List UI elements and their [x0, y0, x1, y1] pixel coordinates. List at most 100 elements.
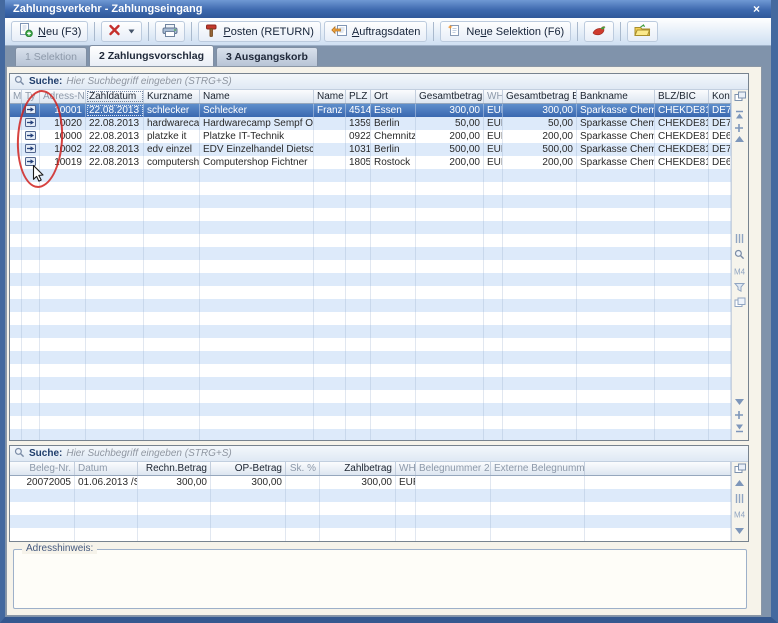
table-row[interactable]: 1001922.08.2013computershComputershop Fi… [10, 156, 748, 169]
table-row-empty[interactable] [10, 429, 748, 441]
scroll-up-icon[interactable] [734, 135, 745, 143]
column-header-amt[interactable]: Gesamtbetrag [416, 90, 484, 103]
open-folder-button[interactable] [627, 21, 658, 42]
add-row-icon[interactable] [734, 123, 744, 133]
column-header-plz[interactable]: PLZ [346, 90, 371, 103]
column-header-ty[interactable]: Ty [22, 90, 40, 103]
new-selection-button[interactable]: Neue Selektion (F6) [440, 21, 571, 42]
table-row-empty[interactable] [10, 351, 748, 364]
copy-icon[interactable] [734, 297, 746, 308]
table-row-empty[interactable] [10, 364, 748, 377]
tab-zahlungsvorschlag[interactable]: 2 Zahlungsvorschlag [89, 45, 214, 66]
table-row-empty[interactable] [10, 208, 748, 221]
table-row-empty[interactable] [10, 416, 748, 429]
tab-selektion[interactable]: 1 Selektion [15, 47, 87, 66]
column-header-beleg[interactable]: Beleg-Nr. [10, 462, 75, 475]
table-row-empty[interactable] [10, 247, 748, 260]
column-header-ort[interactable]: Ort [371, 90, 416, 103]
column-header-fill[interactable] [585, 462, 731, 475]
go-first-icon[interactable] [734, 110, 745, 120]
table-row-empty[interactable] [10, 403, 748, 416]
post-button[interactable]: Posten (RETURN) [198, 21, 320, 42]
table-row-empty[interactable] [10, 338, 748, 351]
table-row-empty[interactable] [10, 528, 748, 541]
scroll-up-icon[interactable] [734, 479, 745, 487]
table-row-empty[interactable] [10, 169, 748, 182]
column-header-bank[interactable]: Bankname [577, 90, 655, 103]
grid-search-icon[interactable] [734, 249, 745, 260]
table-row-empty[interactable] [10, 312, 748, 325]
column-header-date[interactable]: Zahldatum [86, 90, 144, 103]
cell-op [211, 515, 286, 528]
cell-name [200, 325, 314, 338]
address-hint-box: Adresshinweis: [13, 549, 747, 609]
column-header-adr[interactable]: Adress-Nr. [40, 90, 86, 103]
column-header-amteur[interactable]: Gesamtbetrag Euro [503, 90, 577, 103]
table-row-empty[interactable] [10, 325, 748, 338]
column-header-whr[interactable]: WHR [396, 462, 416, 475]
column-header-beleg2[interactable]: Belegnummer 2 [416, 462, 491, 475]
print-button[interactable] [155, 21, 185, 42]
table-row-empty[interactable] [10, 182, 748, 195]
table-row[interactable]: 1000122.08.2013schleckerSchleckerFranz45… [10, 104, 748, 117]
column-header-datum[interactable]: Datum [75, 462, 138, 475]
cell-blz [655, 195, 709, 208]
scroll-down-icon[interactable] [734, 398, 745, 406]
table-row-empty[interactable] [10, 299, 748, 312]
table-row-empty[interactable] [10, 502, 748, 515]
search-bar[interactable]: Suche: Hier Suchbegriff eingeben (STRG+S… [10, 446, 748, 462]
columns-icon[interactable] [734, 493, 745, 504]
delete-button[interactable] [101, 21, 142, 42]
column-header-whr[interactable]: WHR [484, 90, 503, 103]
cell-konto [709, 247, 731, 260]
cell-amteur [503, 221, 577, 234]
table-row-empty[interactable] [10, 273, 748, 286]
column-header-op[interactable]: OP-Betrag [211, 462, 286, 475]
column-header-konto[interactable]: Konto [709, 90, 731, 103]
table-row-empty[interactable] [10, 286, 748, 299]
table-row-empty[interactable] [10, 390, 748, 403]
add-row-icon[interactable] [734, 410, 744, 420]
tab-ausgangskorb[interactable]: 3 Ausgangskorb [216, 47, 318, 66]
filter-icon[interactable] [734, 282, 745, 292]
table-row-empty[interactable] [10, 221, 748, 234]
column-header-ext[interactable]: Externe Belegnummer [491, 462, 585, 475]
column-header-name[interactable]: Name [200, 90, 314, 103]
table-row-empty[interactable] [10, 195, 748, 208]
new-button[interactable]: Neu (F3) [11, 21, 88, 42]
cell-op [211, 489, 286, 502]
cell-amteur [503, 182, 577, 195]
column-header-kurz[interactable]: Kurzname [144, 90, 200, 103]
table-row-empty[interactable] [10, 260, 748, 273]
order-data-button[interactable]: Auftragsdaten [324, 21, 428, 42]
cell-kurz: platzke it [144, 130, 200, 143]
cell-fill [585, 489, 731, 502]
scroll-down-icon[interactable] [734, 527, 745, 535]
column-chooser-icon[interactable] [734, 91, 747, 102]
column-header-m[interactable]: M [10, 90, 22, 103]
columns-icon[interactable] [734, 233, 745, 244]
cell-m [10, 351, 22, 364]
column-header-blz[interactable]: BLZ/BIC [655, 90, 709, 103]
format-icon[interactable]: M4 [734, 266, 747, 276]
table-row[interactable]: 1002022.08.2013hardwarecaHardwarecamp Se… [10, 117, 748, 130]
table-row[interactable]: 2007200501.06.2013 /Sa300,00300,00300,00… [10, 476, 748, 489]
table-row[interactable]: 1000022.08.2013platzke itPlatzke IT-Tech… [10, 130, 748, 143]
cell-rech [138, 489, 211, 502]
column-header-rech[interactable]: Rechn.Betrag [138, 462, 211, 475]
column-header-sk[interactable]: Sk. % [286, 462, 320, 475]
table-row-empty[interactable] [10, 489, 748, 502]
column-header-zahl[interactable]: Zahlbetrag [320, 462, 396, 475]
table-row-empty[interactable] [10, 234, 748, 247]
format-icon[interactable]: M4 [734, 509, 747, 519]
column-chooser-icon[interactable] [734, 463, 747, 474]
chevron-down-icon [128, 29, 135, 34]
table-row[interactable]: 1000222.08.2013edv einzelEDV Einzelhande… [10, 143, 748, 156]
table-row-empty[interactable] [10, 377, 748, 390]
column-header-name2[interactable]: Name 2 [314, 90, 346, 103]
transfer-button[interactable] [584, 21, 614, 42]
go-last-icon[interactable] [734, 423, 745, 433]
search-bar[interactable]: Suche: Hier Suchbegriff eingeben (STRG+S… [10, 74, 748, 90]
close-button[interactable]: × [750, 3, 763, 15]
table-row-empty[interactable] [10, 515, 748, 528]
